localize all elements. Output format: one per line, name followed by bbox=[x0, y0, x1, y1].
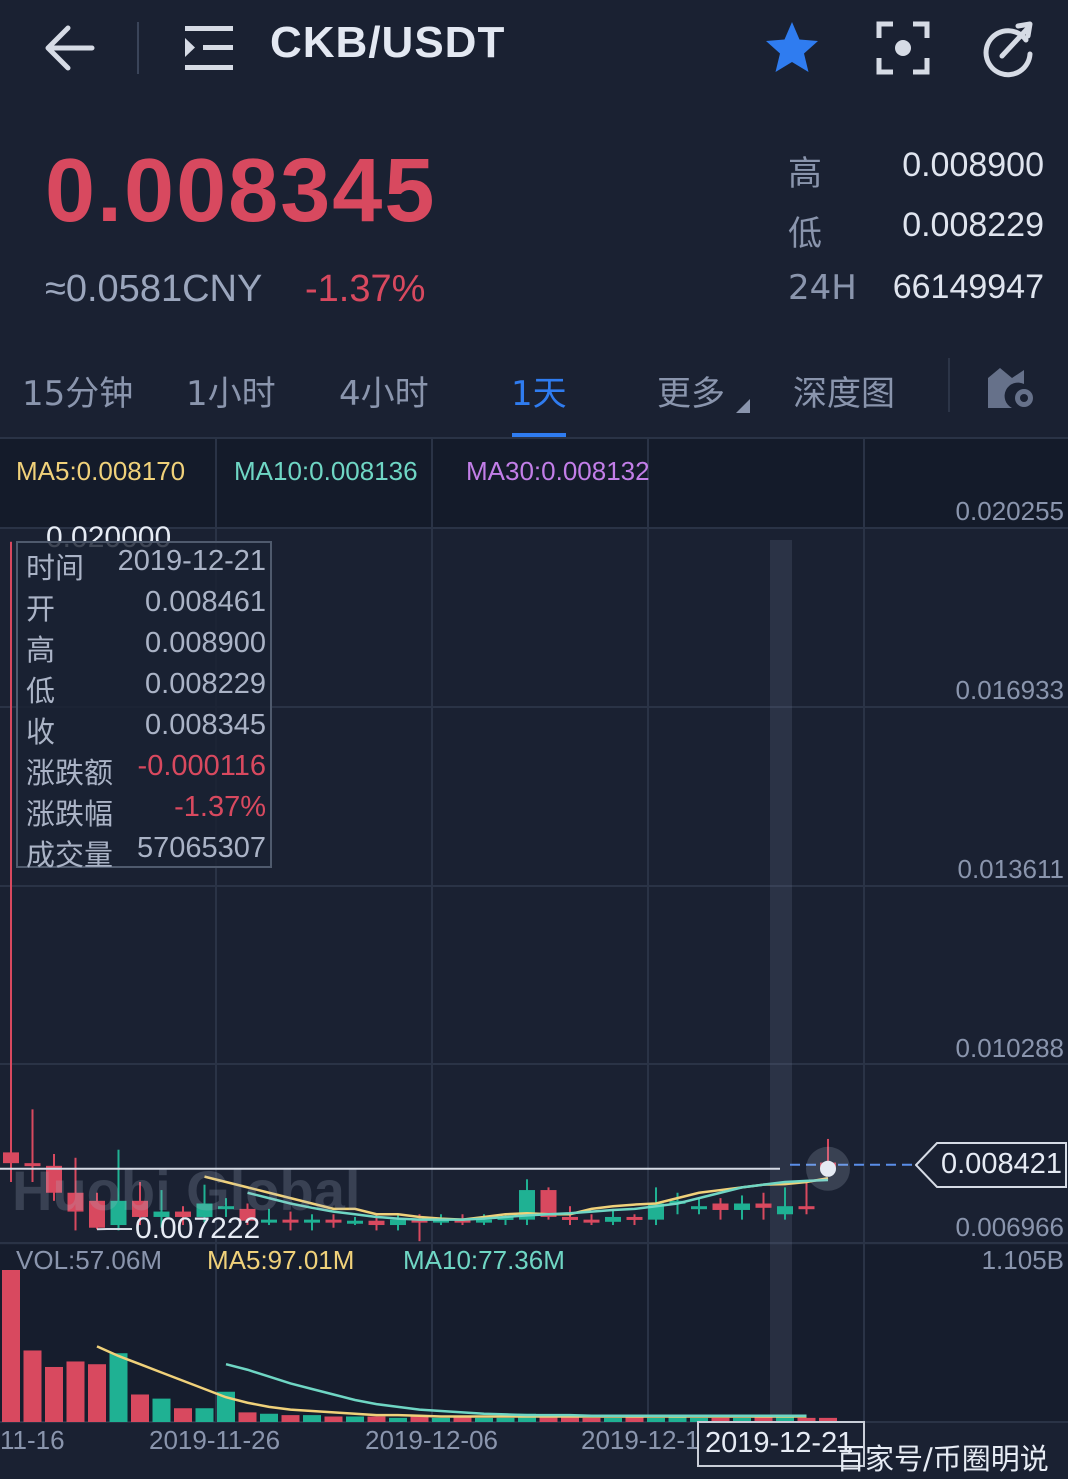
volume-bar bbox=[346, 1416, 364, 1422]
volume-bar bbox=[475, 1417, 493, 1422]
volume-bar bbox=[410, 1416, 429, 1422]
volume-bar bbox=[389, 1417, 407, 1422]
volume-axis-max: 1.105B bbox=[981, 1245, 1064, 1275]
candle-body bbox=[626, 1216, 643, 1220]
volume-bar bbox=[195, 1408, 214, 1422]
volume-bar bbox=[604, 1417, 622, 1422]
candle-body bbox=[734, 1203, 750, 1210]
volume-bar bbox=[66, 1361, 85, 1422]
volume-bar bbox=[45, 1366, 63, 1422]
x-axis-label: 2019-12-06 bbox=[365, 1425, 498, 1455]
volume-bar bbox=[238, 1412, 257, 1422]
candle-body bbox=[368, 1220, 385, 1226]
tooltip-label: 成交量 bbox=[26, 838, 114, 872]
candle-body bbox=[390, 1219, 406, 1226]
tooltip-value: 0.008900 bbox=[145, 627, 266, 659]
ma10-value: MA10:0.008136 bbox=[234, 456, 418, 486]
tooltip-label: 涨跌额 bbox=[26, 756, 114, 790]
tooltip-label: 高 bbox=[26, 633, 56, 667]
volume-ma5: MA5:97.01M bbox=[207, 1245, 355, 1275]
tooltip-row: 高 0.008900 bbox=[26, 627, 266, 669]
tooltip-value: 0.008229 bbox=[145, 668, 266, 700]
volume-value: VOL:57.06M bbox=[16, 1245, 162, 1275]
volume-bar bbox=[152, 1398, 171, 1422]
candle-body bbox=[798, 1206, 815, 1210]
candle-info-tooltip: 时间 2019-12-21 开 0.008461 高 0.008900 低 0.0082… bbox=[16, 541, 272, 872]
volume-bar bbox=[88, 1364, 106, 1422]
x-axis-label: 2019-11-26 bbox=[149, 1425, 281, 1455]
volume-bar bbox=[367, 1416, 386, 1422]
tooltip-label: 开 bbox=[26, 592, 56, 626]
current-price-tag: 0.008421 bbox=[915, 1142, 1067, 1188]
tooltip-value: -1.37% bbox=[174, 791, 266, 823]
tooltip-value: 0.008345 bbox=[145, 709, 266, 741]
volume-bar bbox=[647, 1417, 665, 1422]
volume-bar bbox=[281, 1415, 300, 1422]
tooltip-label: 收 bbox=[26, 715, 56, 749]
volume-bar bbox=[109, 1353, 128, 1422]
tooltip-row: 开 0.008461 bbox=[26, 586, 266, 628]
tooltip-label: 涨跌幅 bbox=[26, 797, 114, 831]
tooltip-row: 收 0.008345 bbox=[26, 709, 266, 751]
source-watermark: 百家号/币圈明说 bbox=[836, 1442, 1049, 1476]
candle-body bbox=[562, 1216, 578, 1220]
crosshair-vertical bbox=[770, 540, 792, 1422]
volume-bar bbox=[303, 1415, 321, 1422]
candle-body bbox=[777, 1206, 793, 1215]
volume-bar bbox=[324, 1416, 343, 1422]
selected-date: 2019-12-21 bbox=[705, 1427, 854, 1459]
tooltip-row: 涨跌额 -0.000116 bbox=[26, 750, 266, 792]
volume-bar bbox=[2, 1270, 20, 1422]
tooltip-row: 涨跌幅 -1.37% bbox=[26, 791, 266, 833]
x-axis-label: 11-16 bbox=[0, 1425, 65, 1455]
tooltip-value: -0.000116 bbox=[137, 750, 266, 782]
tooltip-label: 时间 bbox=[26, 551, 85, 585]
candle-body bbox=[691, 1206, 707, 1210]
x-axis-label: 2019-12-1 bbox=[581, 1425, 700, 1455]
y-axis-label: 0.020255 bbox=[955, 496, 1064, 526]
ma30-value: MA30:0.008132 bbox=[466, 456, 650, 486]
candle-body bbox=[583, 1219, 600, 1223]
volume-bar bbox=[496, 1417, 515, 1422]
y-axis-label: 0.006966 bbox=[955, 1212, 1064, 1242]
volume-bar bbox=[582, 1417, 601, 1422]
volume-bar bbox=[260, 1413, 278, 1422]
current-price-value: 0.008421 bbox=[941, 1148, 1062, 1180]
candle-body bbox=[605, 1216, 621, 1222]
candle-body bbox=[755, 1203, 772, 1208]
y-axis-label: 0.010288 bbox=[955, 1033, 1064, 1063]
tooltip-row: 成交量 57065307 bbox=[26, 832, 266, 874]
volume-ma10: MA10:77.36M bbox=[403, 1245, 565, 1275]
tooltip-row: 低 0.008229 bbox=[26, 668, 266, 710]
candle-body bbox=[712, 1203, 729, 1210]
tooltip-value: 57065307 bbox=[136, 832, 266, 864]
tooltip-value: 2019-12-21 bbox=[117, 545, 266, 577]
tooltip-row: 时间 2019-12-21 bbox=[26, 545, 266, 587]
y-axis-label: 0.013611 bbox=[957, 854, 1064, 884]
volume-bar bbox=[432, 1417, 450, 1422]
volume-bar bbox=[174, 1408, 192, 1422]
low-price-label: 0.007222 bbox=[135, 1212, 261, 1245]
tooltip-value: 0.008461 bbox=[145, 586, 266, 618]
volume-bar bbox=[131, 1394, 149, 1422]
volume-bar bbox=[23, 1350, 42, 1422]
y-axis-label: 0.016933 bbox=[955, 675, 1064, 705]
crosshair-point bbox=[820, 1160, 836, 1177]
tooltip-label: 低 bbox=[26, 674, 56, 708]
ma5-value: MA5:0.008170 bbox=[16, 456, 186, 486]
